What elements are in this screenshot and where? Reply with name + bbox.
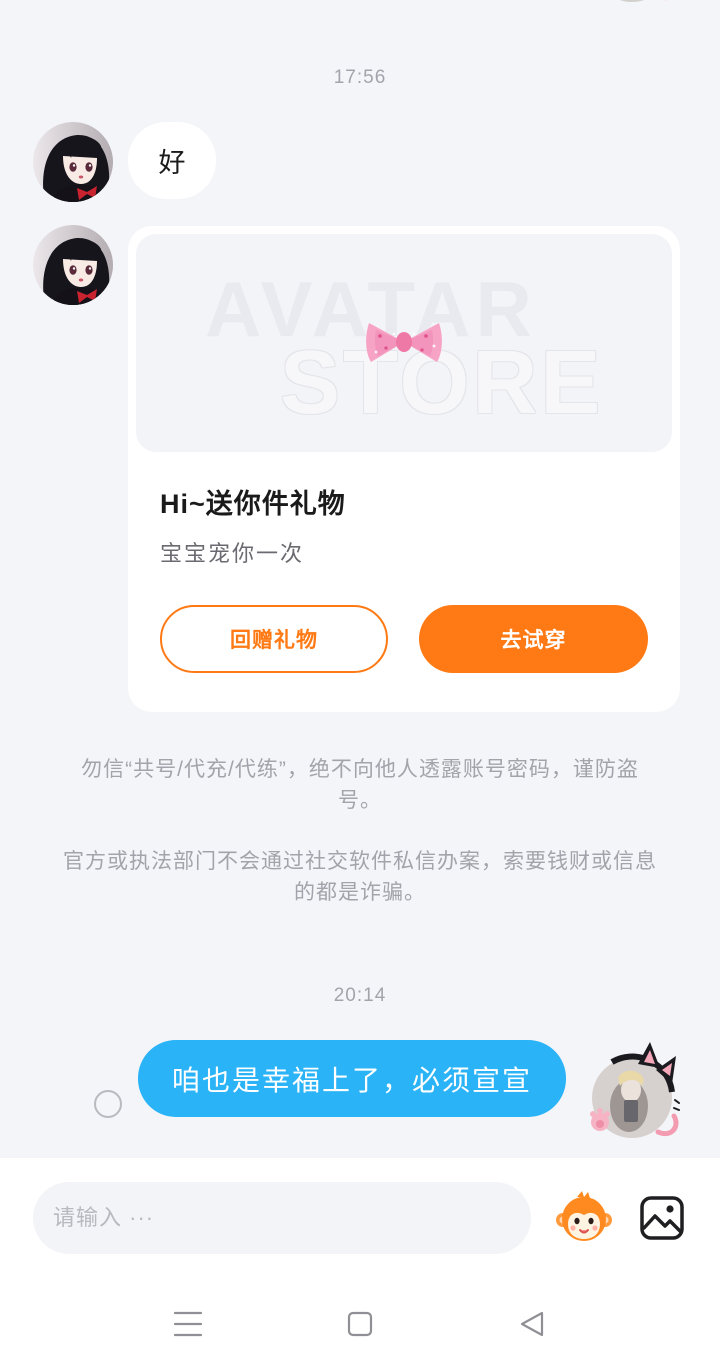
monkey-emoji-icon[interactable] [555,1188,613,1246]
gift-preview-image[interactable]: AVATAR STORE [136,234,672,452]
menu-icon[interactable] [166,1309,210,1339]
try-on-label: 去试穿 [500,629,567,652]
contact-avatar[interactable] [33,122,113,202]
contact-avatar[interactable] [33,225,113,305]
pink-bow-icon [364,318,444,366]
gift-title: Hi~送你件礼物 [160,489,346,519]
return-gift-button[interactable]: 回赠礼物 [160,605,388,673]
message-input[interactable] [33,1182,531,1254]
safety-notice-line: 官方或执法部门不会通过社交软件私信办案，索要钱财或信息的都是诈骗。 [63,850,657,904]
outgoing-message-bubble[interactable]: 咱也是幸福上了，必须宣宣 [138,1040,566,1117]
timestamp: 17:56 [333,67,387,88]
anime-girl-avatar-icon [33,122,113,202]
home-square-icon[interactable] [338,1309,382,1339]
chat-screen: 17:56 好 AVATAR STORE Hi~送你件礼物 宝宝宠你一次 回赠礼… [0,0,720,1367]
gift-card[interactable]: AVATAR STORE Hi~送你件礼物 宝宝宠你一次 回赠礼物 去试穿 [128,226,680,712]
cat-ear-avatar-icon [619,0,645,2]
return-gift-label: 回赠礼物 [230,629,318,652]
previous-sender-avatar[interactable] [582,0,682,6]
safety-notice-line: 勿信“共号/代充/代练”，绝不向他人透露账号密码，谨防盗号。 [81,758,639,812]
incoming-message-bubble[interactable]: 好 [128,122,216,199]
message-text: 好 [158,148,186,178]
user-avatar[interactable] [582,1038,682,1142]
message-text: 咱也是幸福上了，必须宣宣 [171,1064,532,1096]
composer-bar [0,1158,720,1367]
cat-ear-avatar-icon [590,1042,680,1138]
safety-notice: 勿信“共号/代充/代练”，绝不向他人透露账号密码，谨防盗号。 官方或执法部门不会… [60,754,660,908]
message-status-indicator [94,1090,122,1118]
back-triangle-icon[interactable] [510,1309,554,1339]
timestamp: 20:14 [333,985,387,1006]
try-on-button[interactable]: 去试穿 [419,605,648,673]
image-icon[interactable] [639,1195,685,1241]
anime-girl-avatar-icon [33,225,113,305]
gift-subtitle: 宝宝宠你一次 [160,541,305,566]
